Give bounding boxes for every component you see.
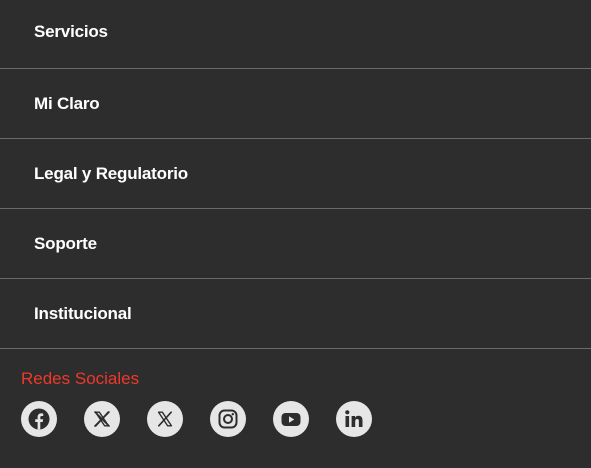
menu-item-label: Legal y Regulatorio bbox=[34, 163, 188, 183]
instagram-glyph bbox=[218, 409, 238, 429]
facebook-glyph bbox=[28, 408, 50, 430]
instagram-icon[interactable] bbox=[210, 401, 246, 437]
footer-menu: Servicios Mi Claro Legal y Regulatorio S… bbox=[0, 0, 591, 349]
social-title: Redes Sociales bbox=[21, 369, 140, 388]
menu-item-label: Soporte bbox=[34, 233, 97, 253]
menu-item-legal-regulatorio[interactable]: Legal y Regulatorio bbox=[0, 139, 591, 209]
menu-item-soporte[interactable]: Soporte bbox=[0, 209, 591, 279]
x-icon[interactable] bbox=[147, 401, 183, 437]
menu-item-label: Mi Claro bbox=[34, 93, 100, 113]
social-icons bbox=[21, 401, 591, 437]
youtube-glyph bbox=[281, 413, 301, 426]
x-icon[interactable] bbox=[84, 401, 120, 437]
menu-item-label: Servicios bbox=[34, 22, 108, 41]
linkedin-icon[interactable] bbox=[336, 401, 372, 437]
social-section: Redes Sociales bbox=[0, 349, 591, 437]
x-glyph bbox=[157, 411, 173, 427]
menu-item-servicios[interactable]: Servicios bbox=[0, 0, 591, 69]
menu-item-mi-claro[interactable]: Mi Claro bbox=[0, 69, 591, 139]
x-glyph bbox=[94, 411, 110, 427]
menu-item-label: Institucional bbox=[34, 303, 132, 323]
footer-menu-list: Servicios Mi Claro Legal y Regulatorio S… bbox=[0, 0, 591, 349]
facebook-icon[interactable] bbox=[21, 401, 57, 437]
menu-item-institucional[interactable]: Institucional bbox=[0, 279, 591, 349]
youtube-icon[interactable] bbox=[273, 401, 309, 437]
linkedin-glyph bbox=[345, 410, 363, 427]
